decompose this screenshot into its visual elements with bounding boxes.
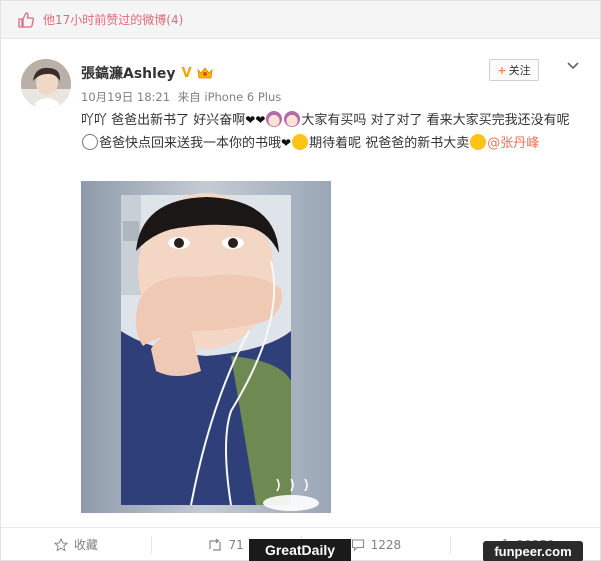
post-text-part: 期待着呢 祝爸爸的新书大卖 — [309, 136, 470, 151]
post-text-part: 大家有买吗 对了对了 看来大家买完我还没有呢 — [301, 113, 570, 128]
girl-emoji-icon — [266, 111, 283, 127]
author-name[interactable]: 張鎬濂Ashley — [81, 63, 176, 83]
plus-icon: + — [497, 63, 507, 77]
post-text-part: 吖吖 爸爸出新书了 好兴奋啊 — [81, 113, 246, 128]
mention-link[interactable]: @张丹峰 — [487, 136, 539, 151]
post-source: 来自 iPhone 6 Plus — [177, 90, 282, 104]
post-text: 吖吖 爸爸出新书了 好兴奋啊❤❤ 大家有买吗 对了对了 看来大家买完我还没有呢 爸… — [81, 109, 581, 155]
post-card: 張鎬濂Ashley V 10月19日 18:21 来自 iPhone 6 Plu… — [13, 49, 589, 527]
follow-label: 关注 — [508, 64, 531, 77]
avatar[interactable] — [21, 59, 71, 109]
crown-icon[interactable] — [196, 65, 214, 81]
author-row: 張鎬濂Ashley V — [81, 63, 214, 83]
kiss-emoji-icon — [470, 134, 487, 150]
favorite-label: 收藏 — [73, 538, 98, 552]
heart-icon: ❤ — [281, 136, 292, 150]
heart-icon: ❤❤ — [245, 113, 266, 127]
post-photo[interactable] — [81, 181, 331, 513]
chevron-down-icon[interactable] — [565, 57, 581, 73]
post-meta: 10月19日 18:21 来自 iPhone 6 Plus — [81, 89, 281, 105]
follow-button[interactable]: + 关注 — [489, 59, 539, 81]
repost-count: 71 — [228, 537, 244, 552]
favorite-button[interactable]: 收藏 — [1, 528, 151, 561]
liked-notice-text[interactable]: 他17小时前赞过的微博(4) — [43, 11, 183, 28]
repost-icon — [208, 538, 222, 552]
kiss-emoji-icon — [292, 134, 309, 150]
post-time[interactable]: 10月19日 18:21 — [81, 90, 170, 104]
post-text-part: 爸爸快点回来送我一本你的书哦 — [99, 136, 282, 151]
thumbs-up-icon — [17, 11, 35, 29]
watermark-funpeer: funpeer.com — [483, 541, 583, 561]
smile-emoji-icon — [82, 134, 98, 150]
weibo-post-frame: 他17小时前赞过的微博(4) 張鎬濂Ashley V 10月19日 18:21 … — [0, 0, 601, 561]
girl-emoji-icon — [284, 111, 301, 127]
verified-badge: V — [181, 65, 192, 81]
watermark-greatdaily: GreatDaily — [249, 539, 351, 561]
liked-notice-bar[interactable]: 他17小时前赞过的微博(4) — [1, 1, 600, 39]
comment-icon — [351, 538, 365, 552]
comment-count: 1228 — [370, 537, 402, 552]
star-icon — [53, 537, 69, 552]
